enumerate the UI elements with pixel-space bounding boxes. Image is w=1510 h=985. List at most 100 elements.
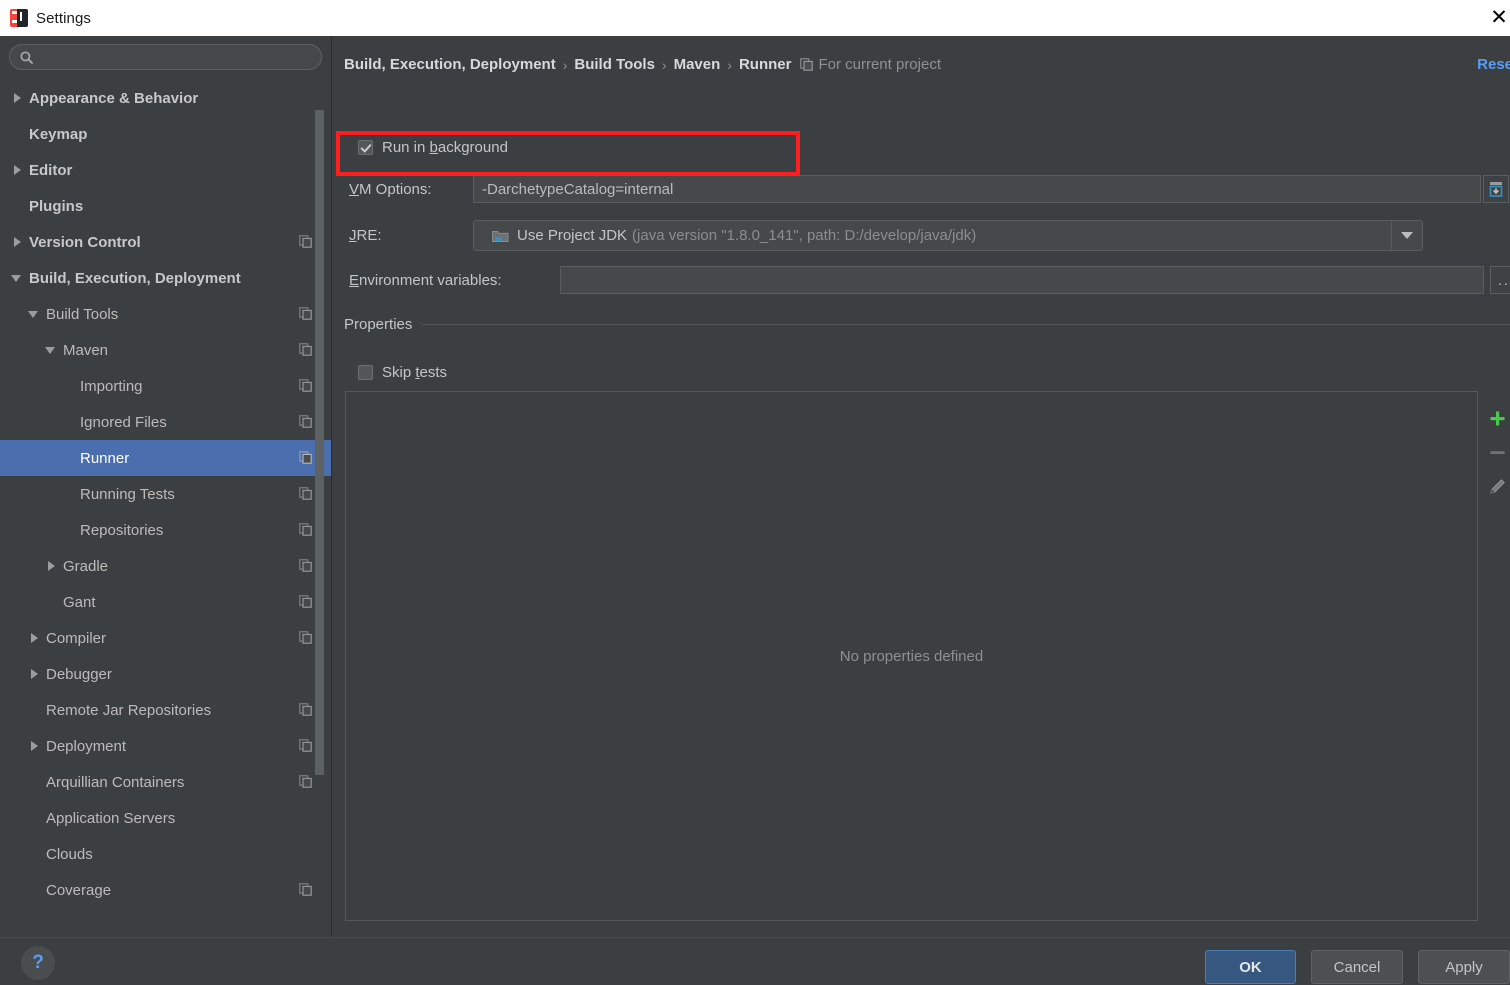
- search-input[interactable]: [39, 48, 311, 66]
- breadcrumb-crumb[interactable]: Build Tools: [574, 56, 655, 73]
- chevron-down-icon[interactable]: [11, 272, 24, 285]
- folder-icon: [492, 230, 509, 242]
- sidebar-item-application-servers[interactable]: Application Servers: [0, 800, 331, 836]
- sidebar-item-label: Debugger: [46, 665, 112, 683]
- jre-value: Use Project JDK: [517, 227, 628, 244]
- copy-settings-icon: [299, 379, 312, 392]
- expand-field-icon[interactable]: [1483, 175, 1509, 203]
- chevron-right-icon[interactable]: [28, 740, 41, 753]
- environment-variables-row: Environment variables: ...: [349, 266, 1510, 294]
- sidebar-item-label: Keymap: [29, 125, 88, 143]
- sidebar-item-keymap[interactable]: Keymap: [0, 116, 331, 152]
- reset-link[interactable]: Reset: [1477, 56, 1510, 73]
- chevron-down-icon[interactable]: [28, 308, 41, 321]
- sidebar-item-remote-jar-repositories[interactable]: Remote Jar Repositories: [0, 692, 331, 728]
- sidebar-item-label: Runner: [80, 449, 130, 467]
- chevron-right-icon[interactable]: [28, 668, 41, 681]
- settings-tree: Appearance & Behavior Keymap Editor Plugins…: [0, 80, 331, 908]
- sidebar-item-editor[interactable]: Editor: [0, 152, 331, 188]
- sidebar-item-label: Running Tests: [80, 485, 175, 503]
- breadcrumb-separator: ›: [661, 56, 667, 73]
- copy-settings-icon: [299, 559, 312, 572]
- run-in-background-checkbox[interactable]: [358, 140, 373, 155]
- ok-button[interactable]: OK: [1205, 950, 1296, 984]
- dialog-button-bar: ? OK Cancel Apply: [0, 937, 1510, 985]
- sidebar-item-arquillian-containers[interactable]: Arquillian Containers: [0, 764, 331, 800]
- sidebar-item-appearance-behavior[interactable]: Appearance & Behavior: [0, 80, 331, 116]
- plus-icon: [1490, 411, 1504, 425]
- chevron-down-icon[interactable]: [1391, 221, 1422, 250]
- jre-label: JRE:: [349, 227, 382, 244]
- search-container: [0, 36, 331, 76]
- sidebar-item-debugger[interactable]: Debugger: [0, 656, 331, 692]
- sidebar-item-build-tools[interactable]: Build Tools: [0, 296, 331, 332]
- copy-settings-icon: [299, 343, 312, 356]
- environment-variables-browse-button[interactable]: ...: [1490, 266, 1510, 294]
- jre-combobox[interactable]: Use Project JDK (java version "1.8.0_141…: [473, 220, 1423, 251]
- skip-tests-checkbox-row[interactable]: Skip tests: [358, 364, 447, 381]
- environment-variables-input[interactable]: [559, 266, 1484, 294]
- sidebar-item-clouds[interactable]: Clouds: [0, 836, 331, 872]
- chevron-right-icon[interactable]: [11, 164, 24, 177]
- run-in-background-checkbox-row[interactable]: Run in background: [358, 139, 508, 156]
- help-button[interactable]: ?: [21, 946, 55, 980]
- breadcrumb-crumb[interactable]: Maven: [674, 56, 721, 73]
- breadcrumb-crumb[interactable]: Build, Execution, Deployment: [344, 56, 556, 73]
- chevron-right-icon[interactable]: [45, 560, 58, 573]
- project-scope-label: For current project: [818, 56, 941, 73]
- sidebar-item-maven[interactable]: Maven: [0, 332, 331, 368]
- sidebar-item-importing[interactable]: Importing: [0, 368, 331, 404]
- search-icon: [20, 50, 33, 64]
- sidebar-item-ignored-files[interactable]: Ignored Files: [0, 404, 331, 440]
- sidebar-item-label: Arquillian Containers: [46, 773, 185, 791]
- sidebar-item-label: Application Servers: [46, 809, 176, 827]
- sidebar-item-gant[interactable]: Gant: [0, 584, 331, 620]
- chevron-right-icon[interactable]: [11, 236, 24, 249]
- skip-tests-checkbox[interactable]: [358, 365, 373, 380]
- properties-empty-message: No properties defined: [839, 647, 984, 665]
- apply-button[interactable]: Apply: [1418, 950, 1510, 984]
- sidebar-item-coverage[interactable]: Coverage: [0, 872, 331, 908]
- add-property-button[interactable]: [1484, 401, 1510, 435]
- sidebar-item-running-tests[interactable]: Running Tests: [0, 476, 331, 512]
- sidebar-item-label: Editor: [29, 161, 73, 179]
- sidebar-item-label: Ignored Files: [80, 413, 167, 431]
- pencil-icon: [1489, 478, 1505, 494]
- sidebar-item-build-execution-deployment[interactable]: Build, Execution, Deployment: [0, 260, 331, 296]
- settings-main-panel: Build, Execution, Deployment › Build Tools…: [333, 36, 1510, 937]
- vm-options-label: VM Options:: [349, 180, 432, 198]
- copy-settings-icon: [299, 883, 312, 896]
- search-box[interactable]: [9, 44, 322, 70]
- sidebar-item-gradle[interactable]: Gradle: [0, 548, 331, 584]
- sidebar-item-deployment[interactable]: Deployment: [0, 728, 331, 764]
- sidebar-item-repositories[interactable]: Repositories: [0, 512, 331, 548]
- vm-options-input[interactable]: [473, 175, 1481, 203]
- sidebar-item-label: Plugins: [29, 197, 84, 215]
- properties-list[interactable]: No properties defined: [345, 391, 1478, 921]
- sidebar-scrollbar[interactable]: [315, 110, 324, 775]
- jre-detail: (java version "1.8.0_141", path: D:/deve…: [632, 227, 977, 244]
- chevron-right-icon[interactable]: [11, 92, 24, 105]
- chevron-down-icon[interactable]: [45, 344, 58, 357]
- vm-options-row: VM Options:: [349, 175, 1509, 203]
- sidebar-item-version-control[interactable]: Version Control: [0, 224, 331, 260]
- project-scope-icon: [800, 58, 814, 71]
- sidebar-item-runner[interactable]: Runner: [0, 440, 331, 476]
- sidebar-item-plugins[interactable]: Plugins: [0, 188, 331, 224]
- cancel-button[interactable]: Cancel: [1311, 950, 1403, 984]
- copy-settings-icon: [299, 523, 312, 536]
- sidebar-item-compiler[interactable]: Compiler: [0, 620, 331, 656]
- copy-settings-icon: [299, 703, 312, 716]
- chevron-right-icon[interactable]: [28, 632, 41, 645]
- breadcrumb-crumb[interactable]: Runner: [739, 56, 792, 73]
- properties-section-header: Properties: [344, 316, 1510, 333]
- sidebar-item-label: Clouds: [46, 845, 93, 863]
- close-icon[interactable]: ✕: [1482, 2, 1510, 32]
- edit-property-button[interactable]: [1484, 469, 1510, 503]
- remove-property-button[interactable]: [1484, 435, 1510, 469]
- sidebar-item-label: Maven: [63, 341, 109, 359]
- copy-settings-icon: [299, 739, 312, 752]
